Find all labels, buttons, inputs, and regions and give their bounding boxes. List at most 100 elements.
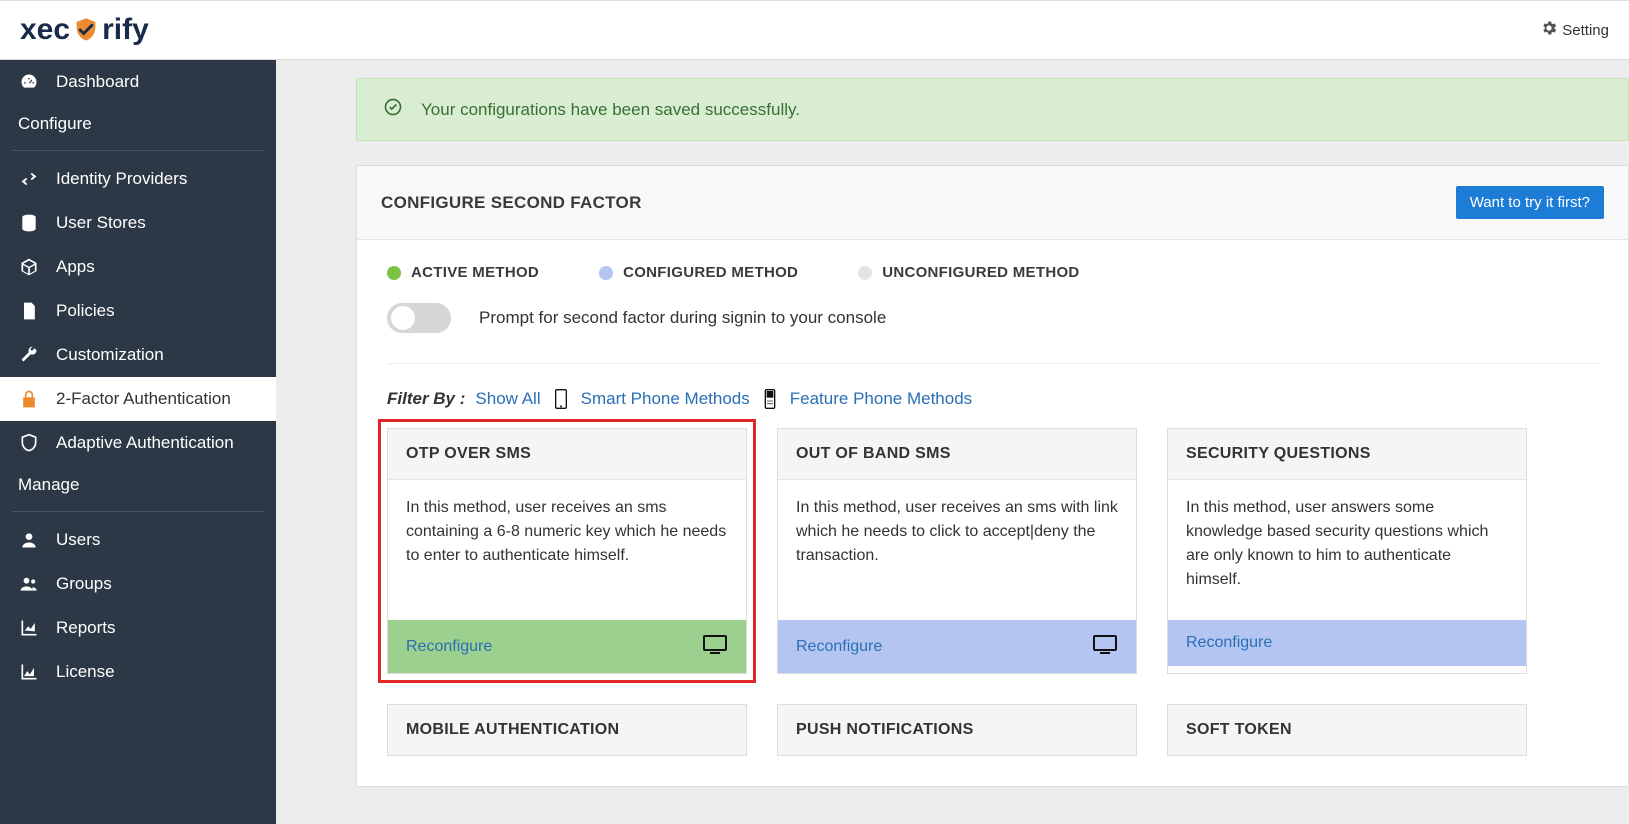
- try-it-first-button[interactable]: Want to try it first?: [1456, 186, 1604, 219]
- chart-icon: [18, 618, 40, 638]
- sidebar-item-label: Identity Providers: [56, 169, 187, 189]
- sidebar-item-label: Adaptive Authentication: [56, 433, 234, 453]
- card-title: MOBILE AUTHENTICATION: [388, 705, 746, 755]
- sidebar-item-label: Customization: [56, 345, 164, 365]
- sidebar-item-license[interactable]: License: [0, 650, 276, 694]
- reconfigure-link[interactable]: Reconfigure: [406, 638, 492, 656]
- sidebar-item-2fa[interactable]: 2-Factor Authentication: [0, 377, 276, 421]
- success-alert: Your configurations have been saved succ…: [356, 78, 1629, 141]
- settings-label: Setting: [1562, 22, 1609, 39]
- sidebar: Dashboard Configure Identity Providers U…: [0, 60, 276, 824]
- legend-active: ACTIVE METHOD: [387, 264, 539, 281]
- database-icon: [18, 213, 40, 233]
- smartphone-icon: [553, 388, 569, 410]
- sidebar-section-manage: Manage: [0, 465, 276, 505]
- filter-show-all[interactable]: Show All: [475, 389, 540, 409]
- panel-header: CONFIGURE SECOND FACTOR Want to try it f…: [357, 166, 1628, 240]
- lock-icon: [18, 389, 40, 409]
- settings-link[interactable]: Setting: [1540, 19, 1609, 41]
- sidebar-item-user-stores[interactable]: User Stores: [0, 201, 276, 245]
- brand-post: rify: [102, 13, 149, 47]
- dot-icon: [599, 266, 613, 280]
- check-circle-icon: [383, 97, 403, 122]
- sidebar-item-label: License: [56, 662, 115, 682]
- shield-outline-icon: [18, 433, 40, 453]
- card-mobile-authentication: MOBILE AUTHENTICATION: [387, 704, 747, 756]
- method-legend: ACTIVE METHOD CONFIGURED METHOD UNCONFIG…: [357, 240, 1628, 291]
- sidebar-item-reports[interactable]: Reports: [0, 606, 276, 650]
- sidebar-item-label: Reports: [56, 618, 116, 638]
- sidebar-item-identity-providers[interactable]: Identity Providers: [0, 157, 276, 201]
- card-soft-token: SOFT TOKEN: [1167, 704, 1527, 756]
- card-otp-over-sms: OTP OVER SMS In this method, user receiv…: [387, 428, 747, 674]
- dashboard-icon: [18, 72, 40, 92]
- method-cards-row2: MOBILE AUTHENTICATION PUSH NOTIFICATIONS…: [387, 704, 1598, 756]
- wrench-icon: [18, 345, 40, 365]
- document-icon: [18, 301, 40, 321]
- card-body: In this method, user receives an sms con…: [388, 480, 746, 620]
- users-icon: [18, 574, 40, 594]
- feature-phone-icon: [762, 388, 778, 410]
- toggle-label: Prompt for second factor during signin t…: [479, 308, 886, 328]
- chart-area-icon: [18, 662, 40, 682]
- sidebar-section-configure: Configure: [0, 104, 276, 144]
- divider: [12, 511, 264, 512]
- dot-icon: [387, 266, 401, 280]
- card-footer: Reconfigure: [778, 620, 1136, 673]
- legend-configured: CONFIGURED METHOD: [599, 264, 798, 281]
- filter-row: Filter By : Show All Smart Phone Methods…: [387, 388, 1598, 410]
- card-body: In this method, user answers some knowle…: [1168, 480, 1526, 620]
- card-out-of-band-sms: OUT OF BAND SMS In this method, user rec…: [777, 428, 1137, 674]
- filter-feature-phone[interactable]: Feature Phone Methods: [790, 389, 972, 409]
- divider: [387, 363, 1598, 364]
- brand-pre: xec: [20, 13, 70, 47]
- sidebar-item-customization[interactable]: Customization: [0, 333, 276, 377]
- card-push-notifications: PUSH NOTIFICATIONS: [777, 704, 1137, 756]
- reconfigure-link[interactable]: Reconfigure: [796, 638, 882, 656]
- legend-unconfigured: UNCONFIGURED METHOD: [858, 264, 1079, 281]
- topbar: xec rify Setting: [0, 0, 1629, 60]
- dot-icon: [858, 266, 872, 280]
- sidebar-item-label: Apps: [56, 257, 95, 277]
- card-title: SOFT TOKEN: [1168, 705, 1526, 755]
- card-footer: Reconfigure: [388, 620, 746, 673]
- card-security-questions: SECURITY QUESTIONS In this method, user …: [1167, 428, 1527, 674]
- sidebar-item-label: Groups: [56, 574, 112, 594]
- main-content: Your configurations have been saved succ…: [276, 60, 1629, 824]
- toggle-knob: [391, 306, 415, 330]
- monitor-icon: [702, 634, 728, 659]
- card-title: PUSH NOTIFICATIONS: [778, 705, 1136, 755]
- card-title: OTP OVER SMS: [388, 429, 746, 480]
- configure-second-factor-panel: CONFIGURE SECOND FACTOR Want to try it f…: [356, 165, 1629, 787]
- sidebar-item-label: Dashboard: [56, 72, 139, 92]
- card-title: SECURITY QUESTIONS: [1168, 429, 1526, 480]
- alert-message: Your configurations have been saved succ…: [421, 100, 800, 120]
- method-cards-row1: OTP OVER SMS In this method, user receiv…: [387, 428, 1598, 674]
- gear-icon: [1540, 19, 1558, 41]
- exchange-icon: [18, 169, 40, 189]
- filter-label: Filter By :: [387, 389, 465, 409]
- sidebar-item-users[interactable]: Users: [0, 518, 276, 562]
- box-icon: [18, 257, 40, 277]
- reconfigure-link[interactable]: Reconfigure: [1186, 634, 1272, 652]
- card-footer: Reconfigure: [1168, 620, 1526, 666]
- filter-smart-phone[interactable]: Smart Phone Methods: [581, 389, 750, 409]
- sidebar-item-adaptive[interactable]: Adaptive Authentication: [0, 421, 276, 465]
- prompt-toggle[interactable]: [387, 303, 451, 333]
- sidebar-item-policies[interactable]: Policies: [0, 289, 276, 333]
- card-body: In this method, user receives an sms wit…: [778, 480, 1136, 620]
- sidebar-item-groups[interactable]: Groups: [0, 562, 276, 606]
- brand-logo: xec rify: [20, 13, 149, 47]
- card-title: OUT OF BAND SMS: [778, 429, 1136, 480]
- sidebar-item-apps[interactable]: Apps: [0, 245, 276, 289]
- panel-title: CONFIGURE SECOND FACTOR: [381, 193, 642, 213]
- prompt-toggle-row: Prompt for second factor during signin t…: [357, 291, 1628, 355]
- sidebar-item-label: Policies: [56, 301, 115, 321]
- user-icon: [18, 530, 40, 550]
- sidebar-item-dashboard[interactable]: Dashboard: [0, 60, 276, 104]
- shield-icon: [72, 16, 100, 44]
- sidebar-item-label: 2-Factor Authentication: [56, 389, 231, 409]
- monitor-icon: [1092, 634, 1118, 659]
- sidebar-item-label: User Stores: [56, 213, 146, 233]
- sidebar-item-label: Users: [56, 530, 100, 550]
